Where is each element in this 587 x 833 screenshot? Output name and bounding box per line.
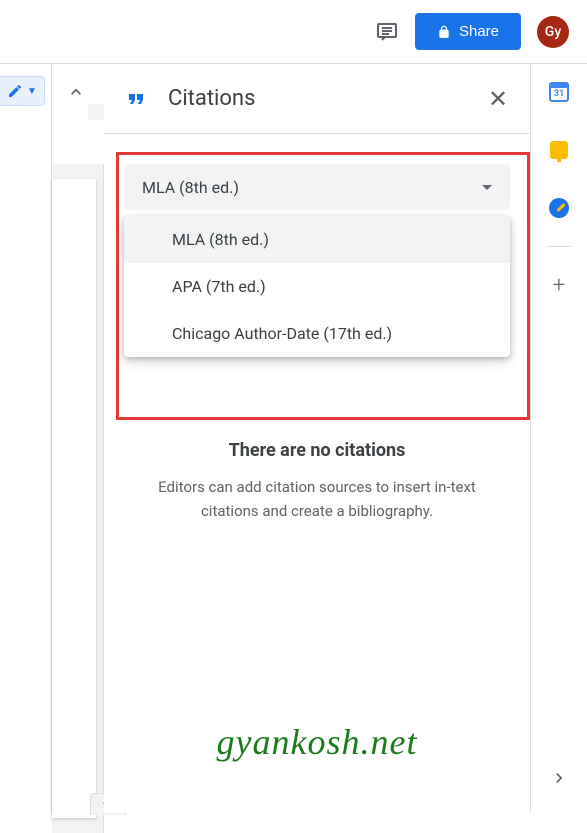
format-select-label: MLA (8th ed.) (142, 178, 482, 197)
top-bar: Share Gy (0, 0, 587, 64)
share-label: Share (459, 23, 499, 40)
calendar-icon[interactable]: 31 (549, 82, 569, 102)
side-rail: 31 + (531, 64, 587, 813)
collapse-toolbar-icon[interactable] (66, 82, 86, 102)
empty-state-description: Editors can add citation sources to inse… (134, 475, 500, 523)
add-addon-button[interactable]: + (549, 275, 569, 295)
watermark: gyankosh.net (104, 721, 530, 763)
dropdown-option-mla[interactable]: MLA (8th ed.) (124, 216, 510, 263)
dropdown-option-apa[interactable]: APA (7th ed.) (124, 263, 510, 310)
comment-history-icon[interactable] (375, 20, 399, 44)
main-area: ▼ Citations ✕ MLA (8th ed.) (0, 64, 587, 813)
document-edge (52, 64, 104, 813)
dropdown-option-chicago[interactable]: Chicago Author-Date (17th ed.) (124, 310, 510, 357)
empty-state-title: There are no citations (134, 440, 500, 461)
chevron-down-icon (482, 185, 492, 190)
format-dropdown-menu: MLA (8th ed.) APA (7th ed.) Chicago Auth… (124, 216, 510, 357)
panel-title: Citations (168, 86, 466, 111)
lock-icon (437, 25, 451, 39)
pencil-icon (7, 83, 23, 99)
close-panel-button[interactable]: ✕ (486, 85, 510, 113)
rail-divider (547, 246, 571, 247)
citations-panel: Citations ✕ MLA (8th ed.) MLA (8th ed.) … (104, 64, 531, 813)
tasks-icon[interactable] (549, 198, 569, 218)
editing-mode-button[interactable]: ▼ (0, 76, 45, 106)
share-button[interactable]: Share (415, 13, 521, 50)
panel-header: Citations ✕ (104, 64, 530, 134)
chevron-down-icon: ▼ (27, 86, 37, 97)
quote-icon (124, 87, 148, 111)
keep-icon[interactable] (549, 140, 569, 160)
empty-state: There are no citations Editors can add c… (104, 440, 530, 523)
collapse-rail-icon[interactable] (549, 768, 569, 788)
citation-format-select[interactable]: MLA (8th ed.) (124, 164, 510, 210)
avatar[interactable]: Gy (537, 16, 569, 48)
toolbar-strip: ▼ (0, 64, 52, 813)
